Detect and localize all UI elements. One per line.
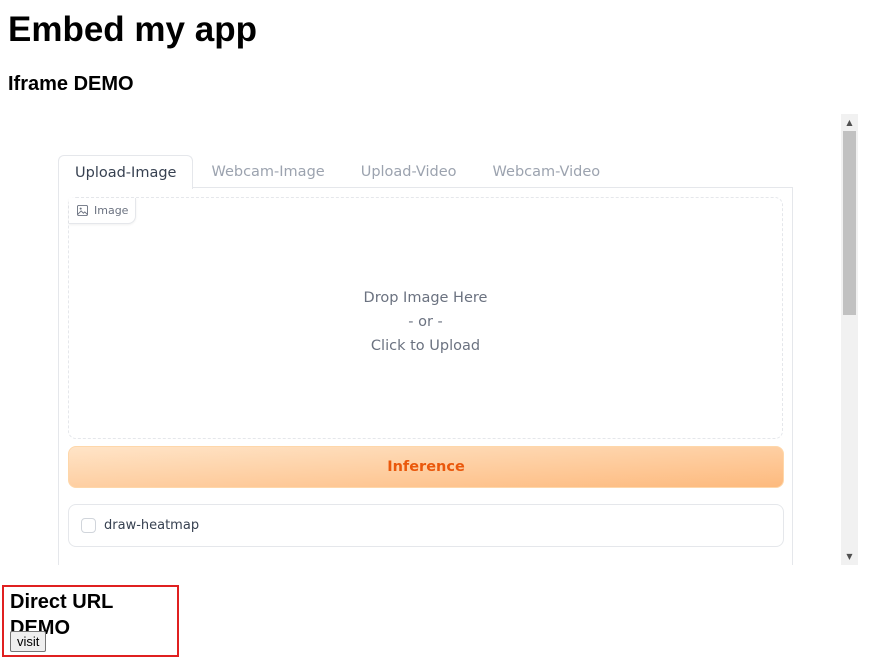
visit-button[interactable]: visit	[10, 631, 47, 652]
drop-text-click-upload: Click to Upload	[370, 338, 481, 354]
draw-heatmap-label[interactable]: draw-heatmap	[104, 518, 199, 533]
image-component-label: Image	[69, 198, 137, 224]
embedded-app-iframe[interactable]: Upload-Image Webcam-Image Upload-Video W…	[0, 114, 858, 565]
tab-webcam-video[interactable]: Webcam-Video	[475, 155, 619, 187]
inference-button[interactable]: Inference	[68, 446, 784, 488]
tab-upload-image[interactable]: Upload-Image	[58, 155, 194, 189]
direct-url-section: Direct URL DEMO visit	[2, 585, 179, 657]
drop-text-line1: Drop Image Here	[363, 290, 488, 306]
page-title: Embed my app	[8, 10, 257, 49]
image-icon	[77, 205, 88, 216]
tab-panel: Image Drop Image Here - or - Click to Up…	[58, 187, 793, 565]
tab-upload-video[interactable]: Upload-Video	[343, 155, 475, 187]
scrollbar-thumb[interactable]	[843, 131, 856, 315]
tab-bar: Upload-Image Webcam-Image Upload-Video W…	[58, 155, 619, 189]
draw-heatmap-option[interactable]: draw-heatmap	[68, 504, 784, 547]
drop-instructions[interactable]: Drop Image Here - or - Click to Upload	[69, 286, 782, 358]
image-upload-dropzone[interactable]: Image Drop Image Here - or - Click to Up…	[68, 197, 783, 439]
draw-heatmap-checkbox[interactable]	[81, 518, 96, 533]
tab-webcam-image[interactable]: Webcam-Image	[193, 155, 342, 187]
scroll-up-arrow-icon[interactable]: ▲	[841, 114, 858, 131]
drop-text-or: - or -	[408, 314, 443, 330]
gradio-app: Upload-Image Webcam-Image Upload-Video W…	[58, 155, 793, 565]
scroll-down-arrow-icon[interactable]: ▼	[841, 548, 858, 565]
iframe-scrollbar[interactable]: ▲ ▼	[841, 114, 858, 565]
iframe-demo-heading: Iframe DEMO	[8, 73, 134, 95]
image-label-text: Image	[94, 204, 129, 217]
